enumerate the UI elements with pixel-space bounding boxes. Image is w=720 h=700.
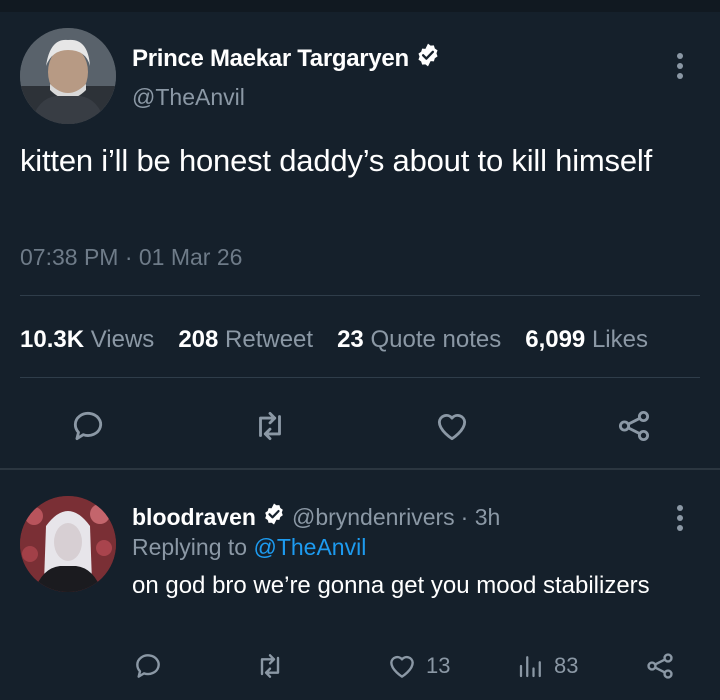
author-name-row: Prince Maekar Targaryen [132,42,441,75]
share-icon [618,410,650,442]
reply-author-handle[interactable]: @bryndenrivers [292,504,455,531]
tweet-timestamp[interactable]: 07:38 PM · 01 Mar 26 [20,244,242,271]
reply-author-name[interactable]: bloodraven [132,504,256,531]
author-avatar[interactable] [20,28,116,124]
more-vertical-icon [677,505,683,531]
reply-actions: 13 83 [0,646,720,686]
reply-like-count: 13 [426,653,451,678]
verified-badge-icon [415,42,441,75]
more-vertical-icon [677,53,683,79]
author-handle[interactable]: @TheAnvil [132,84,245,111]
retweet-button[interactable] [248,404,292,448]
verified-badge-icon [262,502,286,532]
quote-stat[interactable]: 23 Quote notes [337,326,501,354]
retweet-icon [260,654,280,678]
reply-retweet-button[interactable] [254,646,286,686]
share-button[interactable] [612,404,656,448]
reply-icon [73,411,103,441]
reply-more-options-button[interactable] [668,498,692,538]
like-icon [437,414,467,441]
reply-reply-button[interactable] [132,646,164,686]
author-name[interactable]: Prince Maekar Targaryen [132,45,409,73]
retweet-icon [259,411,281,441]
section-separator [0,468,720,470]
reply-icon [136,654,160,678]
like-button[interactable] [430,404,474,448]
reply-views-count: 83 [554,653,579,678]
share-icon [647,653,673,679]
reply-header: bloodraven @bryndenrivers · 3h [132,502,500,532]
reply-text: on god bro we’re gonna get you mood stab… [132,572,650,599]
reply-author-avatar[interactable] [20,496,116,592]
reply-views-button[interactable]: 83 [516,646,578,686]
tweet-text: kitten i’ll be honest daddy’s about to k… [20,143,652,178]
reply-time[interactable]: · 3h [461,504,501,531]
divider [20,377,700,378]
divider [20,295,700,296]
replying-prefix: Replying to [132,534,248,560]
top-edge [0,0,720,12]
reply-share-button[interactable] [644,646,676,686]
like-icon [390,655,414,678]
replying-handle-link[interactable]: @TheAnvil [253,534,366,560]
likes-stat[interactable]: 6,099 Likes [525,326,648,354]
retweet-stat[interactable]: 208 Retweet [178,326,313,354]
tweet-stats: 10.3K Views 208 Retweet 23 Quote notes 6… [20,326,648,354]
reply-like-button[interactable]: 13 [386,646,450,686]
reply-button[interactable] [66,404,110,448]
tweet-actions [0,404,720,448]
views-stat[interactable]: 10.3K Views [20,326,154,354]
more-options-button[interactable] [668,46,692,86]
views-icon [519,656,541,678]
replying-to: Replying to @TheAnvil [132,534,366,561]
